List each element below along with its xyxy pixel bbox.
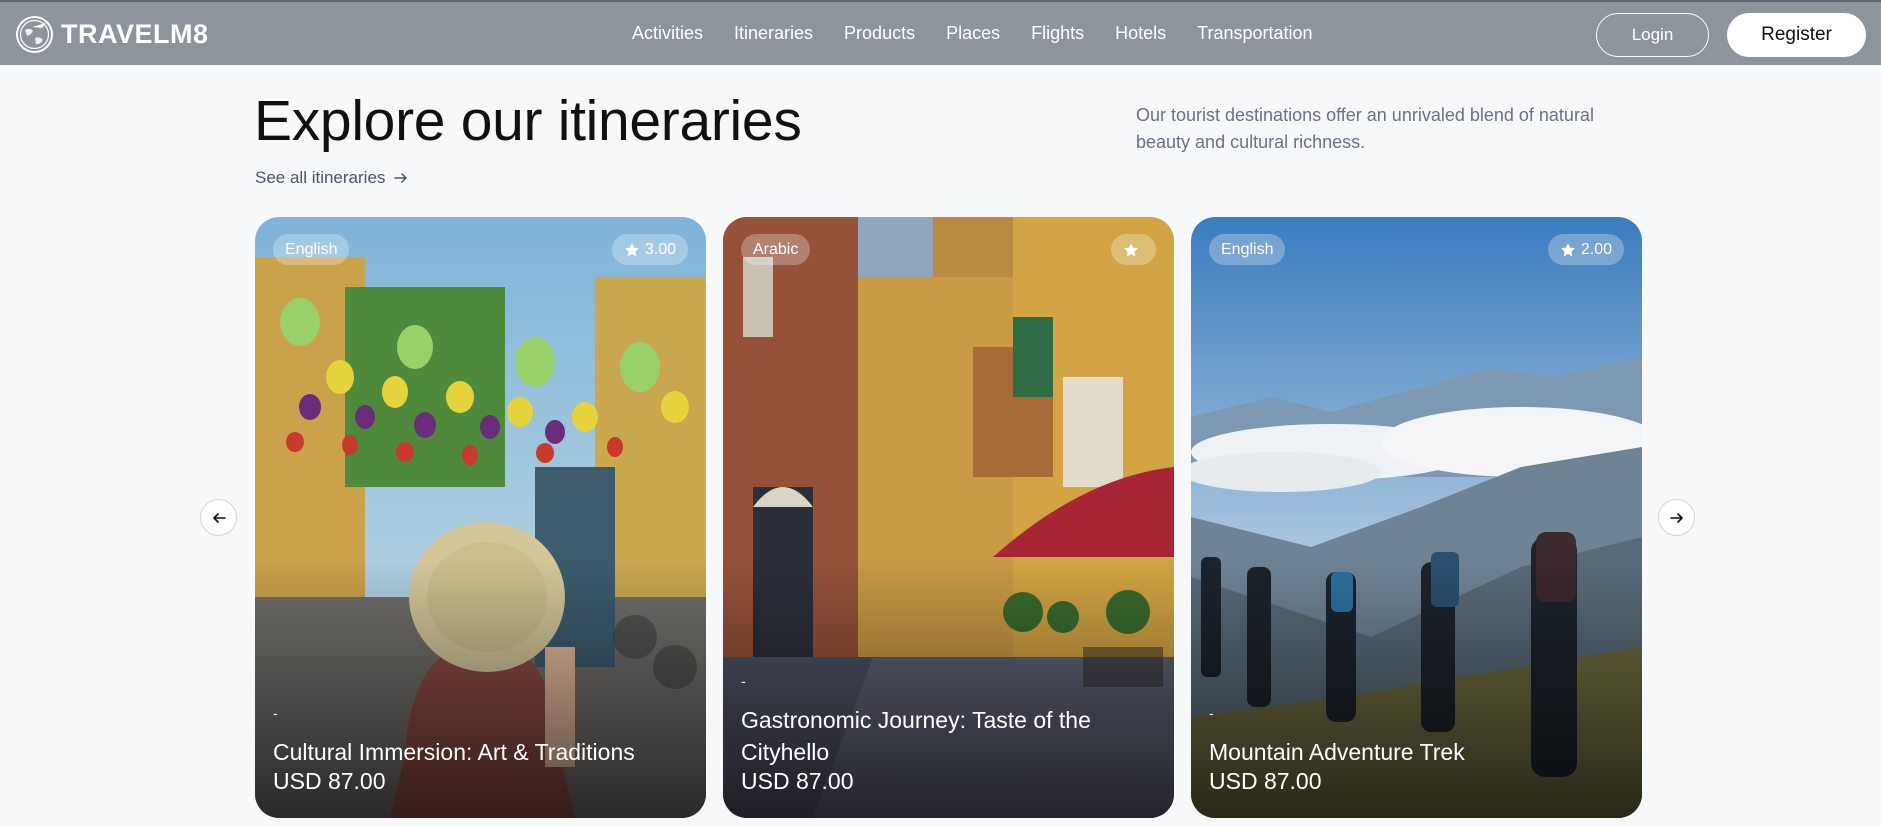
card-title: Mountain Adventure Trek [1209,739,1465,765]
brand-logo[interactable]: TRAVELM8 [16,15,209,53]
section-subtitle: Our tourist destinations offer an unriva… [1136,105,1594,152]
rating-badge: 2.00 [1547,234,1624,265]
star-icon [1124,242,1138,256]
rating-badge: 3.00 [611,234,688,265]
card-price: USD 87.00 [273,768,386,794]
language-badge: English [1209,234,1286,265]
nav-link-transportation[interactable]: Transportation [1197,23,1312,44]
nav-link-activities[interactable]: Activities [632,23,703,44]
language-badge: English [273,234,350,265]
card-separator: - [741,673,746,689]
register-button[interactable]: Register [1727,13,1866,57]
card-price: USD 87.00 [1209,768,1322,794]
see-all-itineraries-link[interactable]: See all itineraries [255,168,408,188]
card-price: USD 87.00 [741,768,854,794]
card-title: Gastronomic Journey: Taste of the Cityhe… [741,707,1091,765]
arrow-right-icon [1669,512,1683,523]
login-button[interactable]: Login [1596,13,1709,57]
star-icon [1560,242,1575,256]
rating-value: 3.00 [644,240,676,258]
see-all-label: See all itineraries [255,168,386,187]
nav-link-flights[interactable]: Flights [1031,23,1084,44]
globe-plane-icon [16,15,53,53]
card-separator: - [273,705,278,721]
nav-link-itineraries[interactable]: Itineraries [734,23,813,44]
rating-badge [1111,234,1156,265]
nav-link-places[interactable]: Places [946,23,1000,44]
rating-value: 2.00 [1580,240,1612,258]
carousel-next-button[interactable] [1658,499,1695,536]
arrow-right-icon [394,173,408,183]
itinerary-card[interactable]: English 3.00 - Cultural Immersion: Art &… [255,217,706,818]
itinerary-card[interactable]: English 2.00 - Mountain Adventure Trek U… [1191,217,1642,818]
arrow-left-icon [212,512,226,523]
language-badge: Arabic [741,234,811,265]
itinerary-card[interactable]: Arabic - Gastronomic Journey: Taste of t… [723,217,1174,818]
card-separator: - [1209,705,1214,721]
main-nav: Activities Itineraries Products Places F… [632,23,1344,44]
nav-link-products[interactable]: Products [844,23,915,44]
top-navbar: TRAVELM8 Activities Itineraries Products… [0,0,1881,65]
brand-name: TRAVELM8 [61,18,209,49]
star-icon [624,242,639,256]
carousel-prev-button[interactable] [200,499,237,536]
card-title: Cultural Immersion: Art & Traditions [273,739,635,765]
nav-link-hotels[interactable]: Hotels [1115,23,1166,44]
section-title: Explore our itineraries [254,89,802,153]
